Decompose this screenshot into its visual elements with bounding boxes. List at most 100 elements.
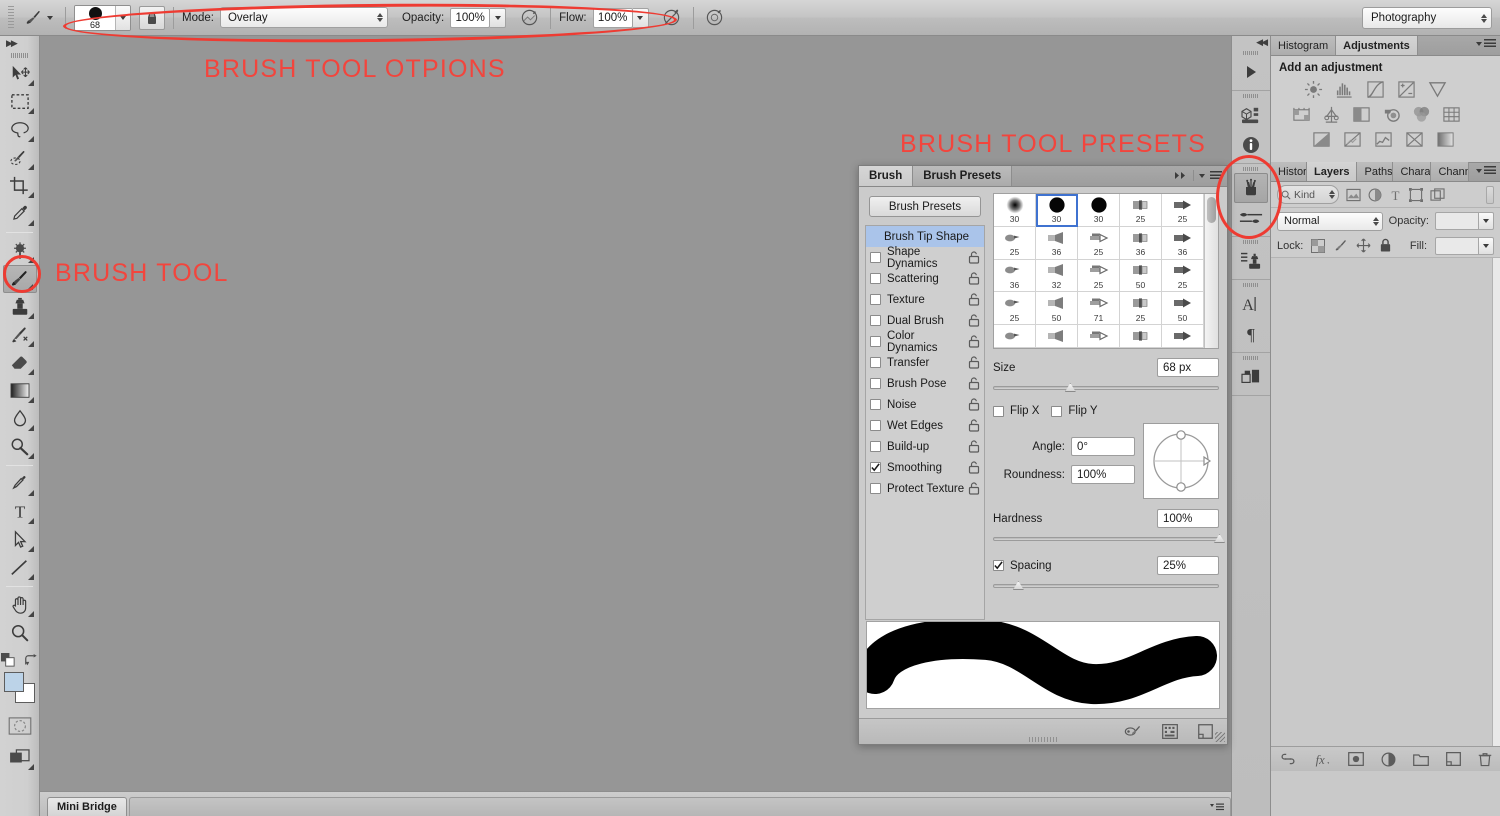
tab-adjustments[interactable]: Adjustments bbox=[1336, 36, 1418, 55]
brush-tip-cell[interactable]: 25 bbox=[1120, 194, 1162, 227]
checkbox[interactable] bbox=[870, 399, 881, 410]
layer-list-scrollbar[interactable] bbox=[1492, 258, 1500, 746]
layer-fill-input[interactable] bbox=[1435, 237, 1479, 255]
layer-comps-panel-button[interactable] bbox=[1234, 362, 1268, 392]
workspace-select[interactable]: Photography bbox=[1362, 7, 1492, 29]
layer-fill-control[interactable] bbox=[1435, 237, 1494, 255]
brush-option-noise[interactable]: Noise bbox=[866, 394, 984, 415]
lock-transparent-pixels-icon[interactable] bbox=[1311, 239, 1325, 253]
brush-option-scattering[interactable]: Scattering bbox=[866, 268, 984, 289]
lock-open-icon[interactable] bbox=[968, 335, 980, 348]
checkbox[interactable] bbox=[870, 357, 881, 368]
brush-tip-cell[interactable]: 25 bbox=[1162, 194, 1204, 227]
mini-bridge-menu-icon[interactable] bbox=[1210, 803, 1224, 812]
character-panel-button[interactable]: A bbox=[1234, 289, 1268, 319]
new-layer-icon[interactable] bbox=[1446, 752, 1461, 766]
brush-tip-cell[interactable]: 30 bbox=[1078, 194, 1120, 227]
collapse-to-icons-icon[interactable] bbox=[1174, 171, 1188, 180]
rail-gripper[interactable] bbox=[1232, 91, 1270, 100]
brush-tip-cell[interactable] bbox=[1036, 325, 1078, 348]
brush-tip-cell[interactable] bbox=[994, 325, 1036, 348]
brush-tip-cell[interactable]: 36 bbox=[1162, 227, 1204, 260]
tab-paths[interactable]: Paths bbox=[1357, 162, 1393, 181]
rail-expand-button[interactable]: ◀◀ bbox=[1232, 36, 1270, 48]
layer-mask-icon[interactable] bbox=[1348, 752, 1364, 766]
checkbox[interactable] bbox=[870, 336, 881, 347]
vibrance-icon[interactable] bbox=[1427, 79, 1448, 100]
gradient-map-icon[interactable] bbox=[1435, 129, 1456, 150]
sidebar-item-move-tool[interactable] bbox=[3, 60, 37, 88]
layer-opacity-chevron-down-icon[interactable] bbox=[1479, 212, 1494, 230]
layer-blend-mode-select[interactable]: Normal bbox=[1277, 212, 1383, 231]
tab-character[interactable]: Chara bbox=[1393, 162, 1431, 181]
lock-open-icon[interactable] bbox=[968, 398, 980, 411]
layer-filter-kind-select[interactable]: Kind bbox=[1277, 185, 1339, 204]
brush-tip-cell[interactable]: 32 bbox=[1036, 260, 1078, 293]
create-new-brush-preset-icon[interactable] bbox=[1124, 724, 1142, 739]
tab-brush[interactable]: Brush bbox=[859, 166, 913, 186]
checkbox[interactable] bbox=[870, 483, 881, 494]
checkbox[interactable] bbox=[870, 315, 881, 326]
brush-tip-cell[interactable] bbox=[1120, 325, 1162, 348]
sidebar-item-eraser-tool[interactable] bbox=[3, 349, 37, 377]
checkbox[interactable] bbox=[870, 294, 881, 305]
chevron-down-icon[interactable] bbox=[1199, 174, 1205, 178]
hue-saturation-icon[interactable] bbox=[1291, 104, 1312, 125]
smart-object-filter-icon[interactable] bbox=[1430, 188, 1445, 202]
sidebar-item-zoom-tool[interactable] bbox=[3, 619, 37, 647]
sidebar-item-dodge-tool[interactable] bbox=[3, 433, 37, 461]
brush-tip-grid[interactable]: 3030302525253625363636322550252550712550 bbox=[994, 194, 1204, 348]
tab-channels[interactable]: Chann bbox=[1431, 162, 1469, 181]
brush-option-smoothing[interactable]: Smoothing bbox=[866, 457, 984, 478]
angle-input[interactable]: 0° bbox=[1071, 437, 1135, 456]
brush-option-dual-brush[interactable]: Dual Brush bbox=[866, 310, 984, 331]
brush-tip-cell[interactable]: 30 bbox=[1036, 194, 1078, 227]
lock-all-icon[interactable] bbox=[1379, 238, 1392, 253]
checkbox[interactable] bbox=[870, 252, 881, 263]
spacing-input[interactable]: 25% bbox=[1157, 556, 1219, 575]
brush-options-list[interactable]: Brush Tip Shape Shape Dynamics Scatterin… bbox=[865, 225, 985, 620]
lock-open-icon[interactable] bbox=[968, 272, 980, 285]
levels-icon[interactable] bbox=[1334, 79, 1355, 100]
brush-tip-cell[interactable]: 36 bbox=[1036, 227, 1078, 260]
checkbox[interactable] bbox=[870, 273, 881, 284]
brush-panel-grip[interactable] bbox=[1029, 737, 1057, 742]
brush-option-brush-tip-shape[interactable]: Brush Tip Shape bbox=[866, 226, 984, 247]
brush-option-texture[interactable]: Texture bbox=[866, 289, 984, 310]
lock-open-icon[interactable] bbox=[968, 440, 980, 453]
black-white-icon[interactable] bbox=[1351, 104, 1372, 125]
paragraph-panel-button[interactable]: ¶ bbox=[1234, 319, 1268, 349]
brush-panel-resize-handle[interactable] bbox=[1215, 732, 1225, 742]
brush-tip-scrollbar[interactable] bbox=[1204, 194, 1218, 348]
layer-style-fx-icon[interactable]: fx bbox=[1313, 752, 1331, 767]
color-lookup-icon[interactable] bbox=[1441, 104, 1462, 125]
sidebar-item-history-brush-tool[interactable] bbox=[3, 321, 37, 349]
brush-tip-cell[interactable]: 25 bbox=[1120, 292, 1162, 325]
sidebar-item-path-selection-tool[interactable] bbox=[3, 526, 37, 554]
link-layers-icon[interactable] bbox=[1280, 753, 1296, 765]
color-swatches[interactable] bbox=[3, 672, 37, 704]
brush-option-brush-pose[interactable]: Brush Pose bbox=[866, 373, 984, 394]
brush-tip-cell[interactable] bbox=[1078, 325, 1120, 348]
sidebar-item-hand-tool[interactable] bbox=[3, 591, 37, 619]
sidebar-item-pen-tool[interactable] bbox=[3, 470, 37, 498]
sidebar-item-eyedropper-tool[interactable] bbox=[3, 200, 37, 228]
sidebar-item-clone-stamp-tool[interactable] bbox=[3, 293, 37, 321]
brush-tip-cell[interactable]: 25 bbox=[994, 292, 1036, 325]
tab-mini-bridge[interactable]: Mini Bridge bbox=[47, 797, 127, 816]
scrollbar-thumb[interactable] bbox=[1207, 197, 1216, 223]
sidebar-item-lasso-tool[interactable] bbox=[3, 116, 37, 144]
sidebar-item-gradient-tool[interactable] bbox=[3, 377, 37, 405]
brush-tip-cell[interactable]: 50 bbox=[1120, 260, 1162, 293]
sidebar-item-marquee-tool[interactable] bbox=[3, 88, 37, 116]
checkbox[interactable] bbox=[870, 441, 881, 452]
clone-source-panel-button[interactable] bbox=[1234, 246, 1268, 276]
brush-tip-cell[interactable]: 30 bbox=[994, 194, 1036, 227]
spacing-checkbox[interactable] bbox=[993, 560, 1004, 571]
adjustments-panel-menu-button[interactable] bbox=[1476, 39, 1496, 49]
flip-y-checkbox[interactable] bbox=[1051, 406, 1062, 417]
exposure-icon[interactable] bbox=[1396, 79, 1417, 100]
lock-image-pixels-icon[interactable] bbox=[1333, 239, 1348, 253]
spacing-slider[interactable] bbox=[993, 581, 1219, 591]
curves-icon[interactable] bbox=[1365, 79, 1386, 100]
